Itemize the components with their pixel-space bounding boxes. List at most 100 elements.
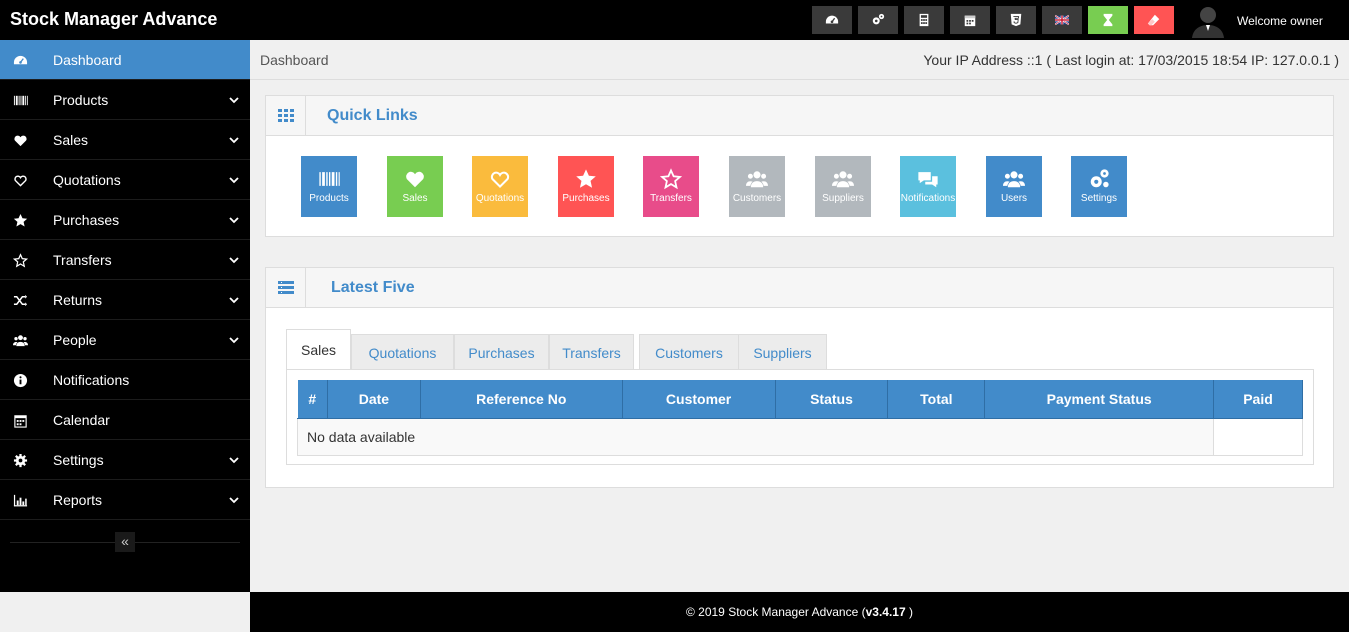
quick-link-settings[interactable]: Settings (1071, 156, 1127, 217)
users-icon (832, 171, 854, 188)
quick-link-customers[interactable]: Customers (729, 156, 785, 217)
chevron-down-icon (229, 137, 239, 144)
calculator-button[interactable] (904, 6, 944, 34)
grid-icon (266, 96, 306, 135)
sidebar-item-calendar[interactable]: Calendar (0, 400, 250, 440)
users-icon (1003, 171, 1025, 188)
calendar-button[interactable] (950, 6, 990, 34)
hourglass-icon (1103, 13, 1113, 27)
sidebar-item-label: Calendar (53, 412, 110, 428)
column-header[interactable]: Total (887, 380, 986, 419)
sidebar-item-products[interactable]: Products (0, 80, 250, 120)
table-row: No data available (296, 417, 1303, 456)
list-icon (266, 268, 306, 307)
column-header[interactable]: Status (775, 380, 889, 419)
tab-suppliers[interactable]: Suppliers (738, 334, 827, 370)
column-header[interactable]: # (297, 380, 328, 419)
pos-button[interactable] (996, 6, 1036, 34)
sidebar-item-notifications[interactable]: Notifications (0, 360, 250, 400)
quick-link-label: Transfers (650, 193, 692, 204)
sidebar-item-label: Products (53, 92, 109, 108)
sidebar-item-label: Settings (53, 452, 104, 468)
footer-version: v3.4.17 (865, 605, 906, 619)
quick-link-label: Notifications (900, 193, 956, 204)
user-avatar[interactable] (1190, 2, 1226, 38)
quick-link-icon (387, 168, 443, 192)
chevron-down-icon (229, 257, 239, 264)
quick-link-transfers[interactable]: Transfers (643, 156, 699, 217)
quick-link-icon (558, 168, 614, 192)
sidebar-item-quotations[interactable]: Quotations (0, 160, 250, 200)
quick-link-products[interactable]: Products (301, 156, 357, 217)
sidebar-item-icon (12, 292, 28, 308)
gears-icon (1090, 169, 1109, 188)
sidebar-item-reports[interactable]: Reports (0, 480, 250, 520)
sidebar-item-dashboard[interactable]: Dashboard (0, 40, 250, 80)
sidebar-item-returns[interactable]: Returns (0, 280, 250, 320)
column-header[interactable]: Paid (1213, 380, 1303, 419)
sidebar-item-transfers[interactable]: Transfers (0, 240, 250, 280)
heart-outline-icon (490, 171, 510, 189)
sidebar-item-purchases[interactable]: Purchases (0, 200, 250, 240)
latest-five-panel: Latest Five Sales Quotations Purchases Tran… (265, 267, 1334, 488)
quick-links-title: Quick Links (327, 107, 418, 124)
quick-link-sales[interactable]: Sales (387, 156, 443, 217)
clear-data-button[interactable] (1134, 6, 1174, 34)
sidebar-item-people[interactable]: People (0, 320, 250, 360)
footer-close: ) (905, 605, 913, 619)
tab-content: # Date Reference No Customer Status Total Paym… (286, 369, 1314, 465)
column-header[interactable]: Date (327, 380, 421, 419)
users-icon (12, 334, 28, 346)
column-header[interactable]: Customer (622, 380, 776, 419)
sidebar-item-label: Quotations (53, 172, 121, 188)
welcome-text[interactable]: Welcome owner (1237, 14, 1323, 28)
gears-icon (872, 13, 885, 25)
tab-sales[interactable]: Sales (286, 329, 351, 370)
sidebar-item-settings[interactable]: Settings (0, 440, 250, 480)
column-header[interactable]: Payment Status (984, 380, 1215, 419)
latest-five-header: Latest Five (266, 268, 1333, 308)
sidebar-item-label: People (53, 332, 97, 348)
dashboard-button[interactable] (812, 6, 852, 34)
language-button[interactable] (1042, 6, 1082, 34)
app-brand[interactable]: Stock Manager Advance (10, 9, 217, 30)
html5-icon (1010, 13, 1022, 27)
empty-message: No data available (296, 417, 1215, 456)
quick-link-label: Purchases (562, 193, 610, 204)
eraser-icon (1147, 14, 1160, 26)
sidebar-item-icon (12, 132, 28, 148)
sidebar-item-sales[interactable]: Sales (0, 120, 250, 160)
tab-purchases[interactable]: Purchases (454, 334, 549, 370)
ip-info: Your IP Address ::1 ( Last login at: 17/… (923, 52, 1339, 68)
sales-table: # Date Reference No Customer Status Total Paym… (296, 380, 1303, 456)
dashboard-icon (825, 15, 839, 24)
alerts-button[interactable] (1088, 6, 1128, 34)
calendar-icon (964, 15, 976, 27)
quick-link-label: Settings (1080, 193, 1118, 204)
tab-customers[interactable]: Customers (639, 334, 739, 370)
tab-transfers[interactable]: Transfers (549, 334, 634, 370)
quick-link-users[interactable]: Users (986, 156, 1042, 217)
quick-link-suppliers[interactable]: Suppliers (815, 156, 871, 217)
quick-link-quotations[interactable]: Quotations (472, 156, 528, 217)
quick-link-purchases[interactable]: Purchases (558, 156, 614, 217)
sidebar-item-icon (12, 332, 28, 348)
quick-link-icon (643, 168, 699, 192)
quick-link-icon (1071, 168, 1127, 192)
settings-button[interactable] (858, 6, 898, 34)
tab-quotations[interactable]: Quotations (351, 334, 454, 370)
column-header[interactable]: Reference No (420, 380, 623, 419)
quick-links-panel: Quick Links Products Sales Quotations Purch… (265, 95, 1334, 237)
quick-link-notifications[interactable]: Notifications (900, 156, 956, 217)
calendar-icon (13, 414, 27, 428)
sidebar-item-icon (12, 492, 28, 508)
sidebar-item-icon (12, 252, 28, 268)
sidebar-collapse-button[interactable]: « (115, 532, 135, 552)
sidebar-item-label: Returns (53, 292, 103, 308)
gear-icon (13, 453, 27, 467)
sidebar-item-label: Transfers (53, 252, 112, 268)
quick-link-label: Customers (732, 193, 782, 204)
chevron-down-icon (229, 297, 239, 304)
footer-copyright: © 2019 Stock Manager Advance ( (685, 605, 866, 619)
star-icon (576, 169, 596, 188)
